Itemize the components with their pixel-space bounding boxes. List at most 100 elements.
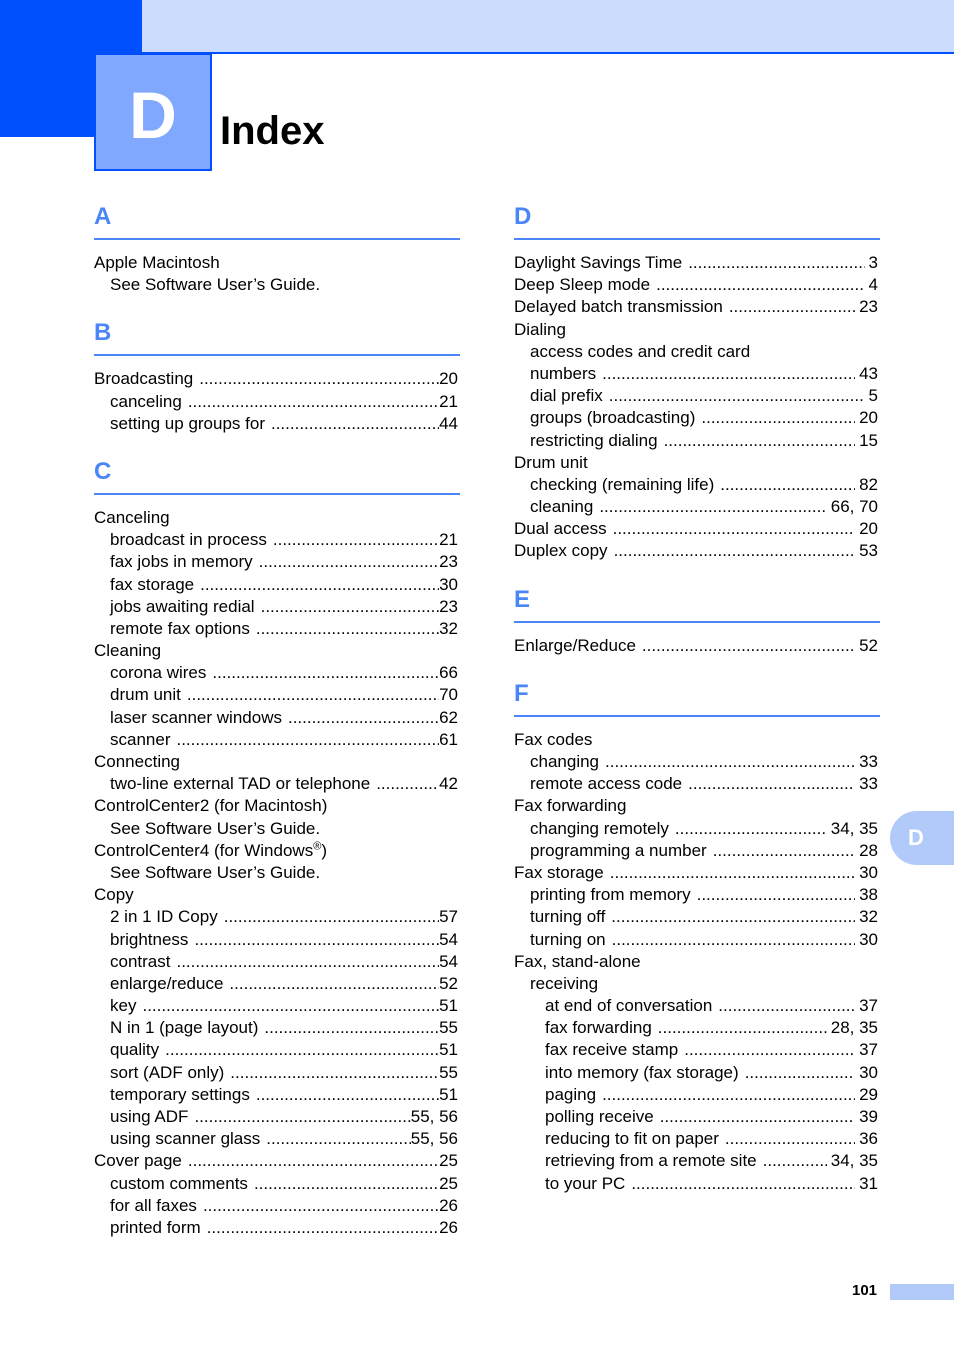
page-reference[interactable]: 26 <box>439 1217 460 1239</box>
index-entry: Copy <box>94 884 460 906</box>
chapter-letter: D <box>129 78 177 152</box>
index-entry: Duplex copy 53 <box>514 540 880 562</box>
page-reference[interactable]: 43 <box>855 363 880 385</box>
page-reference[interactable]: 20 <box>855 518 880 540</box>
index-entry: checking (remaining life) 82 <box>514 474 880 496</box>
dot-leader <box>288 707 439 729</box>
page-reference[interactable]: 32 <box>855 906 880 928</box>
page-reference[interactable]: 82 <box>855 474 880 496</box>
page-reference[interactable]: 53 <box>855 540 880 562</box>
page-reference[interactable]: 20 <box>439 368 460 390</box>
index-term: corona wires <box>110 663 207 683</box>
index-entry: printing from memory 38 <box>514 884 880 906</box>
page-reference[interactable]: 34, 35 <box>827 818 880 840</box>
page-reference[interactable]: 42 <box>439 773 460 795</box>
index-term: drum unit <box>110 685 181 705</box>
index-entry: Daylight Savings Time 3 <box>514 252 880 274</box>
page-reference[interactable]: 4 <box>865 274 880 296</box>
index-term: using scanner glass <box>110 1129 261 1149</box>
index-entry: two-line external TAD or telephone 42 <box>94 773 460 795</box>
page-reference[interactable]: 33 <box>855 773 880 795</box>
page-reference[interactable]: 26 <box>439 1195 460 1217</box>
page-reference[interactable]: 31 <box>855 1173 880 1195</box>
dot-leader <box>688 252 864 274</box>
dot-leader <box>684 1039 855 1061</box>
page-reference[interactable]: 23 <box>439 596 460 618</box>
index-entry: jobs awaiting redial 23 <box>94 596 460 618</box>
page-reference[interactable]: 23 <box>855 296 880 318</box>
index-term: sort (ADF only) <box>110 1062 225 1082</box>
index-term: Broadcasting <box>94 369 194 389</box>
page-reference[interactable]: 51 <box>439 1084 460 1106</box>
page-reference[interactable]: 15 <box>855 430 880 452</box>
page-reference[interactable]: 62 <box>439 707 460 729</box>
page-reference[interactable]: 21 <box>439 529 460 551</box>
page-reference[interactable]: 32 <box>439 618 460 640</box>
page-reference[interactable]: 25 <box>439 1173 460 1195</box>
index-term: paging <box>545 1084 597 1104</box>
page-reference[interactable]: 55, 56 <box>411 1106 460 1128</box>
index-entry: Deep Sleep mode 4 <box>514 274 880 296</box>
index-term: ControlCenter4 (for Windows®) <box>94 840 333 862</box>
index-term: polling receive <box>545 1107 654 1126</box>
page-reference[interactable]: 44 <box>439 413 460 435</box>
page-reference[interactable]: 66, 70 <box>827 496 880 518</box>
page-reference[interactable]: 66 <box>439 662 460 684</box>
page-reference[interactable]: 20 <box>855 407 880 429</box>
page-reference[interactable]: 28, 35 <box>827 1017 880 1039</box>
index-term: Cleaning <box>94 641 162 661</box>
page-reference[interactable]: 30 <box>855 862 880 884</box>
index-term: temporary settings <box>110 1084 250 1104</box>
page-reference[interactable]: 51 <box>439 1039 460 1061</box>
dot-leader <box>610 862 855 884</box>
page-reference[interactable]: 61 <box>439 729 460 751</box>
dot-leader <box>176 951 439 973</box>
dot-leader <box>212 662 439 684</box>
page-reference[interactable]: 55 <box>439 1017 460 1039</box>
page-reference[interactable]: 34, 35 <box>827 1150 880 1172</box>
page-reference[interactable]: 70 <box>439 684 460 706</box>
header-band <box>142 0 954 54</box>
page-reference[interactable]: 30 <box>439 574 460 596</box>
index-term: restricting dialing <box>530 430 658 450</box>
page-reference[interactable]: 29 <box>855 1084 880 1106</box>
page-reference[interactable]: 37 <box>855 995 880 1017</box>
index-entry: Dialing <box>514 319 880 341</box>
index-term: remote access code <box>530 774 683 794</box>
dot-leader <box>725 1128 855 1150</box>
page-reference[interactable]: 23 <box>439 551 460 573</box>
page-reference[interactable]: 28 <box>855 840 880 862</box>
page-reference[interactable]: 51 <box>439 995 460 1017</box>
page-reference[interactable]: 3 <box>865 252 880 274</box>
page-reference[interactable]: 52 <box>855 635 880 657</box>
page-reference[interactable]: 38 <box>855 884 880 906</box>
page-reference[interactable]: 37 <box>855 1039 880 1061</box>
dot-leader <box>188 391 439 413</box>
index-entry: paging 29 <box>514 1084 880 1106</box>
page-reference[interactable]: 54 <box>439 929 460 951</box>
page-reference[interactable]: 52 <box>439 973 460 995</box>
index-term: Canceling <box>94 507 170 527</box>
index-entry: restricting dialing 15 <box>514 430 880 452</box>
dot-leader <box>261 596 439 618</box>
chapter-side-tab[interactable]: D <box>890 811 954 865</box>
page-reference[interactable]: 30 <box>855 1062 880 1084</box>
index-entry: scanner 61 <box>94 729 460 751</box>
page-reference[interactable]: 55, 56 <box>411 1128 460 1150</box>
page-reference[interactable]: 57 <box>439 906 460 928</box>
dot-leader <box>256 618 439 640</box>
page-reference[interactable]: 30 <box>855 929 880 951</box>
page-reference[interactable]: 5 <box>865 385 880 407</box>
index-entry: changing remotely 34, 35 <box>514 818 880 840</box>
page-reference[interactable]: 54 <box>439 951 460 973</box>
dot-leader <box>224 906 439 928</box>
page-reference[interactable]: 36 <box>855 1128 880 1150</box>
page-reference[interactable]: 33 <box>855 751 880 773</box>
dot-leader <box>264 1017 439 1039</box>
index-column-right: DDaylight Savings Time3Deep Sleep mode4D… <box>514 200 880 1195</box>
dot-leader <box>720 474 855 496</box>
page-reference[interactable]: 21 <box>439 391 460 413</box>
page-reference[interactable]: 55 <box>439 1062 460 1084</box>
page-reference[interactable]: 39 <box>855 1106 880 1128</box>
page-reference[interactable]: 25 <box>439 1150 460 1172</box>
